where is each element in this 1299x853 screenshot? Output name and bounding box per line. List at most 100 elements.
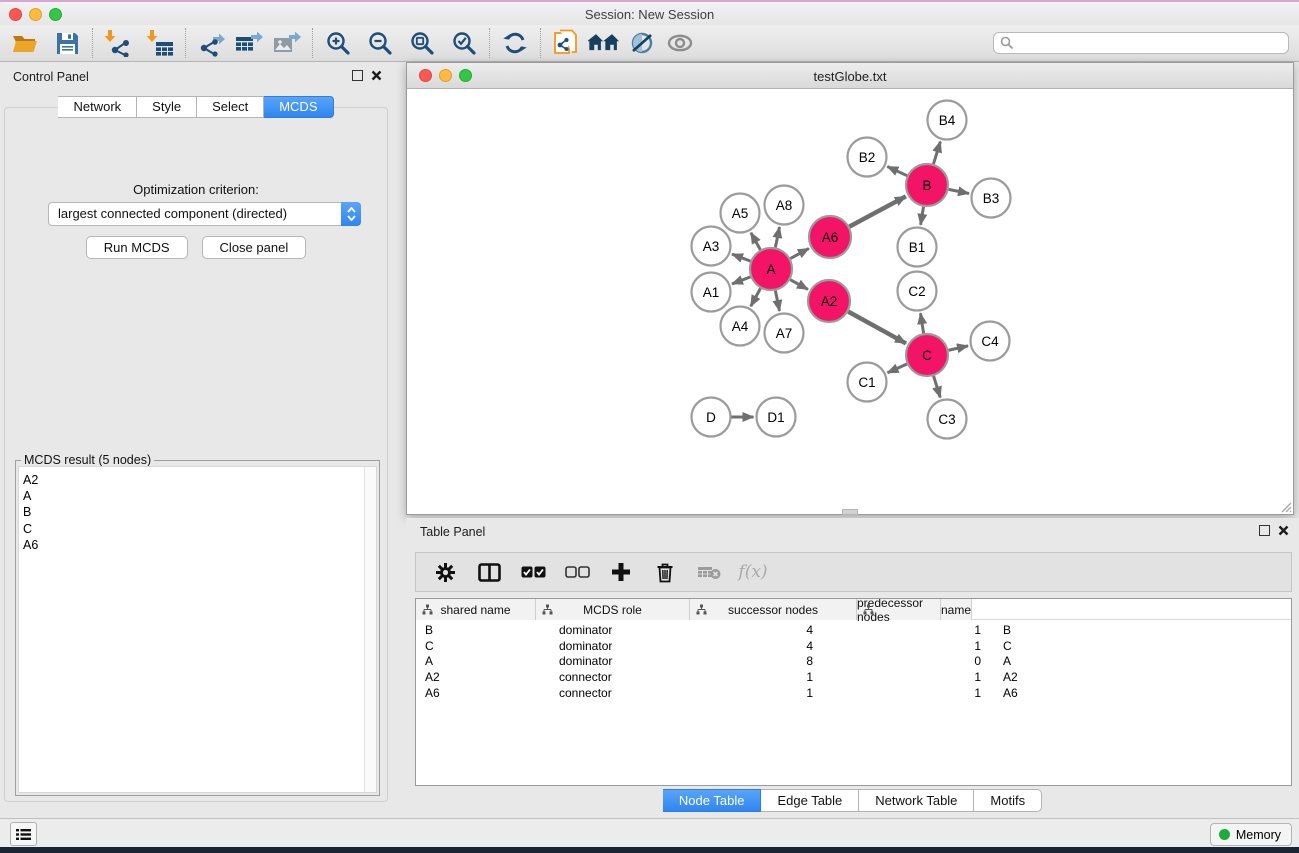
float-table-panel-icon[interactable] — [1259, 525, 1270, 536]
cell-name[interactable]: A2 — [994, 670, 1078, 684]
table-panel-tab[interactable]: Network Table — [859, 789, 974, 812]
cell-successor-nodes[interactable]: 1 — [673, 670, 827, 684]
table-panel-tab[interactable]: Edge Table — [761, 789, 859, 812]
close-table-panel-icon[interactable] — [1278, 525, 1289, 536]
graph-edge-B-B2[interactable] — [887, 167, 907, 176]
network-graph[interactable]: B4B2BB3A8A5A6A3B1AA1C2A2A4A7C4CC1C3DD1 — [407, 89, 1293, 514]
cell-shared-name[interactable]: C — [416, 639, 553, 653]
graph-edge-A2-C[interactable] — [848, 312, 906, 344]
cell-shared-name[interactable]: B — [416, 623, 553, 637]
graph-edge-A-A8[interactable] — [775, 227, 779, 247]
table-row[interactable]: A2 connector 1 1 A2 — [416, 669, 1291, 685]
graph-edge-A-A4[interactable] — [751, 288, 761, 306]
mcds-result-item[interactable]: B — [19, 504, 376, 520]
graph-edge-A-A5[interactable] — [751, 233, 760, 250]
table-settings-gear-icon[interactable] — [428, 556, 462, 588]
mcds-result-item[interactable]: A — [19, 488, 376, 504]
graph-edge-C-C1[interactable] — [888, 364, 907, 373]
cell-name[interactable]: C — [994, 639, 1078, 653]
table-column-header[interactable]: MCDS role — [536, 599, 690, 620]
control-panel-tab[interactable]: MCDS — [264, 96, 333, 118]
table-row[interactable]: B dominator 4 1 B — [416, 622, 1291, 638]
save-session-icon[interactable] — [51, 28, 83, 58]
task-history-list-icon[interactable] — [10, 822, 37, 846]
graph-edge-A-A3[interactable] — [732, 254, 750, 261]
table-column-header[interactable]: shared name — [416, 599, 536, 620]
graph-edge-A-A7[interactable] — [775, 291, 779, 311]
criterion-dropdown[interactable]: largest connected component (directed) — [48, 202, 361, 226]
cell-mcds-role[interactable]: dominator — [553, 623, 673, 637]
cell-predecessor-nodes[interactable]: 1 — [827, 623, 994, 637]
cell-successor-nodes[interactable]: 1 — [673, 686, 827, 700]
result-scrollbar[interactable] — [364, 467, 376, 792]
export-table-icon[interactable] — [233, 28, 265, 58]
search-input[interactable] — [993, 32, 1289, 54]
import-table-icon[interactable] — [144, 28, 176, 58]
column-visibility-icon[interactable] — [472, 556, 506, 588]
mcds-result-item[interactable]: C — [19, 521, 376, 537]
export-network-icon[interactable] — [195, 28, 227, 58]
graph-edge-C-C3[interactable] — [934, 376, 941, 398]
zoom-out-icon[interactable] — [364, 28, 396, 58]
mcds-result-item[interactable]: A2 — [19, 472, 376, 488]
network-from-document-icon[interactable] — [550, 28, 582, 58]
cell-mcds-role[interactable]: connector — [553, 686, 673, 700]
open-file-icon[interactable] — [9, 28, 41, 58]
cell-mcds-role[interactable]: dominator — [553, 639, 673, 653]
export-image-icon[interactable] — [271, 28, 303, 58]
resize-grip-icon[interactable] — [1278, 499, 1292, 513]
table-row[interactable]: A6 connector 1 1 A6 — [416, 685, 1291, 701]
table-column-header[interactable]: successor nodes — [690, 599, 857, 620]
network-window-titlebar[interactable]: testGlobe.txt — [407, 63, 1293, 89]
cell-successor-nodes[interactable]: 4 — [673, 623, 827, 637]
split-divider-vertical[interactable] — [392, 62, 406, 818]
table-row[interactable]: C dominator 4 1 C — [416, 638, 1291, 654]
cell-successor-nodes[interactable]: 4 — [673, 639, 827, 653]
cell-shared-name[interactable]: A6 — [416, 686, 553, 700]
cell-name[interactable]: B — [994, 623, 1078, 637]
import-network-icon[interactable] — [102, 28, 134, 58]
cell-successor-nodes[interactable]: 8 — [673, 654, 827, 668]
split-handle-horizontal[interactable] — [842, 509, 858, 515]
delete-column-trash-icon[interactable] — [648, 556, 682, 588]
cell-predecessor-nodes[interactable]: 1 — [827, 670, 994, 684]
graph-edge-B-B1[interactable] — [921, 207, 924, 225]
cell-shared-name[interactable]: A — [416, 654, 553, 668]
close-panel-button[interactable]: Close panel — [202, 236, 307, 259]
mcds-result-item[interactable]: A6 — [19, 537, 376, 553]
cell-shared-name[interactable]: A2 — [416, 670, 553, 684]
select-all-rows-icon[interactable] — [516, 556, 550, 588]
graph-edge-A-A1[interactable] — [732, 277, 750, 284]
refresh-icon[interactable] — [499, 28, 531, 58]
control-panel-tab[interactable]: Style — [137, 96, 197, 118]
mcds-result-list[interactable]: A2ABCA6 — [18, 466, 377, 793]
add-column-icon[interactable] — [604, 556, 638, 588]
cell-mcds-role[interactable]: connector — [553, 670, 673, 684]
cell-predecessor-nodes[interactable]: 0 — [827, 654, 994, 668]
show-graphics-details-icon[interactable] — [664, 28, 696, 58]
table-row[interactable]: A dominator 8 0 A — [416, 654, 1291, 670]
function-builder-icon[interactable]: f(x) — [736, 556, 770, 588]
control-panel-tab[interactable]: Select — [197, 96, 264, 118]
cell-mcds-role[interactable]: dominator — [553, 654, 673, 668]
table-column-header[interactable]: name — [941, 599, 972, 620]
cell-name[interactable]: A6 — [994, 686, 1078, 700]
cell-name[interactable]: A — [994, 654, 1078, 668]
graph-edge-A-A6[interactable] — [790, 248, 809, 258]
network-canvas[interactable]: B4B2BB3A8A5A6A3B1AA1C2A2A4A7C4CC1C3DD1 — [407, 89, 1293, 514]
hide-graphics-details-icon[interactable] — [626, 28, 658, 58]
deselect-all-rows-icon[interactable] — [560, 556, 594, 588]
zoom-selected-icon[interactable] — [448, 28, 480, 58]
float-panel-icon[interactable] — [352, 70, 363, 81]
graph-edge-C-C4[interactable] — [948, 346, 968, 350]
cell-predecessor-nodes[interactable]: 1 — [827, 686, 994, 700]
run-mcds-button[interactable]: Run MCDS — [86, 236, 188, 259]
close-panel-icon[interactable] — [371, 70, 382, 81]
graph-edge-B-B3[interactable] — [949, 189, 969, 193]
open-session-homes-icon[interactable] — [588, 28, 620, 58]
memory-button[interactable]: Memory — [1210, 823, 1292, 846]
cell-predecessor-nodes[interactable]: 1 — [827, 639, 994, 653]
table-panel-tab[interactable]: Node Table — [663, 789, 762, 812]
zoom-fit-icon[interactable] — [406, 28, 438, 58]
table-panel-tab[interactable]: Motifs — [974, 789, 1042, 812]
